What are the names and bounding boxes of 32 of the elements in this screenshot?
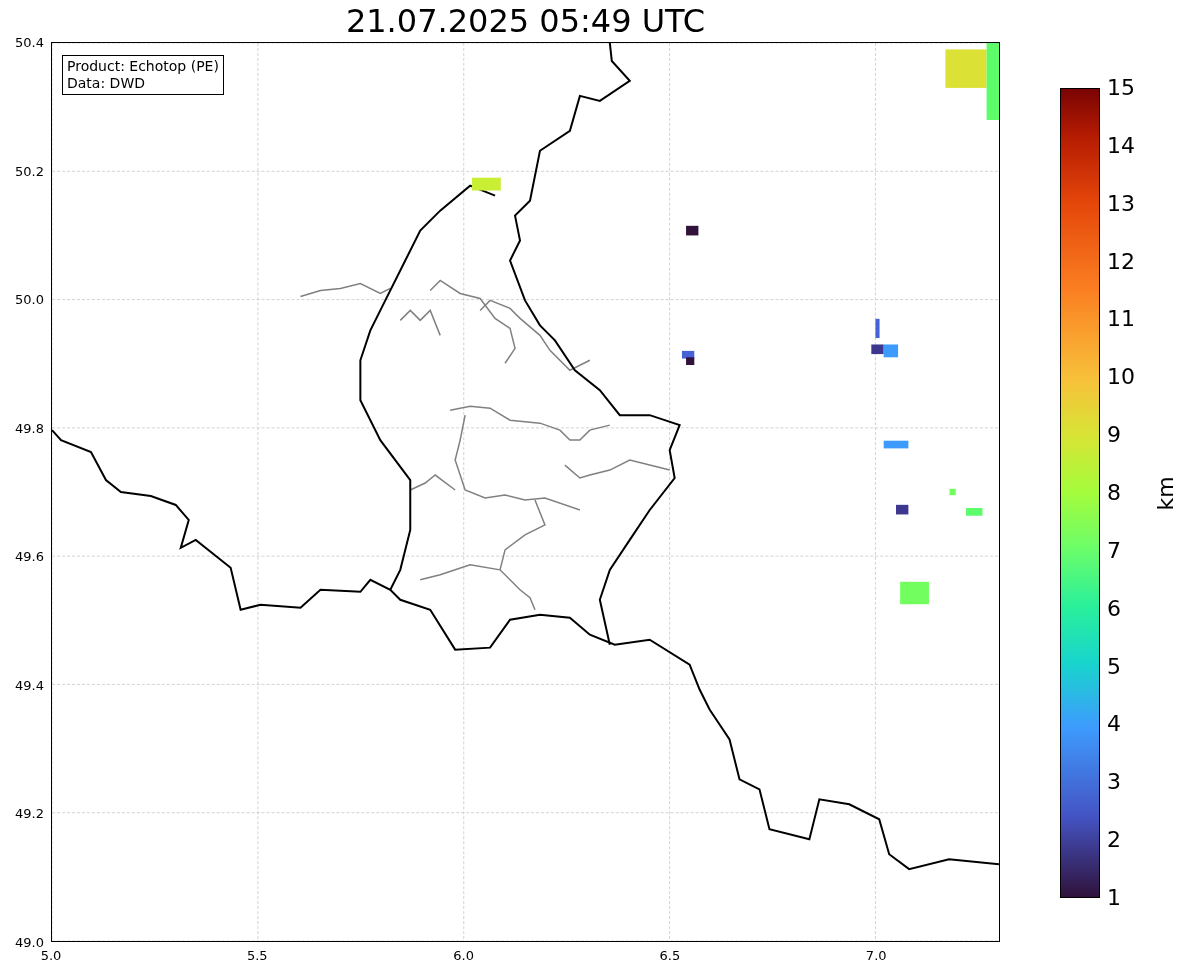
- x-tick-label: 5.5: [246, 949, 268, 962]
- colorbar-tick-label: 15: [1107, 77, 1135, 99]
- x-tick-label: 5.0: [40, 949, 62, 962]
- legend-text: Product: Echotop (PE): [67, 58, 219, 75]
- colorbar-tick-label: 9: [1107, 424, 1121, 447]
- x-tick-label: 7.0: [865, 949, 887, 962]
- colorbar-tick-label: 5: [1107, 655, 1121, 678]
- y-tick-label: 49.8: [15, 421, 44, 435]
- colorbar-tick-label: 6: [1107, 597, 1121, 620]
- colorbar-tick-label: 11: [1107, 308, 1135, 331]
- y-tick-label: 50.0: [15, 292, 44, 306]
- x-tick-label: 6.0: [453, 949, 474, 962]
- chart-title: 21.07.2025 05:49 UTC: [345, 5, 706, 37]
- colorbar-tick-label: 7: [1107, 539, 1121, 562]
- colorbar-tick-label: 2: [1107, 829, 1121, 852]
- y-tick-label: 49.4: [15, 678, 44, 692]
- colorbar-tick-label: 1: [1107, 887, 1121, 909]
- colorbar-tick-label: 10: [1107, 366, 1135, 389]
- colorbar-tick-label: 14: [1107, 134, 1135, 157]
- x-tick-label: 6.5: [659, 949, 681, 962]
- colorbar-tick-label: 13: [1107, 192, 1135, 215]
- colorbar-tick-label: 12: [1107, 250, 1135, 273]
- y-tick-label: 49.6: [15, 549, 44, 563]
- y-tick-label: 50.4: [15, 35, 44, 49]
- colorbar-tick-label: 4: [1107, 713, 1121, 736]
- colorbar-tick-label: 3: [1107, 771, 1121, 794]
- colorbar-tick-label: 8: [1107, 482, 1121, 504]
- legend-text: Data: DWD: [67, 75, 146, 92]
- colorbar-label: km: [1151, 475, 1178, 511]
- y-tick-label: 50.2: [15, 164, 44, 178]
- y-tick-label: 49.2: [15, 806, 44, 820]
- y-tick-label: 49.0: [15, 935, 44, 949]
